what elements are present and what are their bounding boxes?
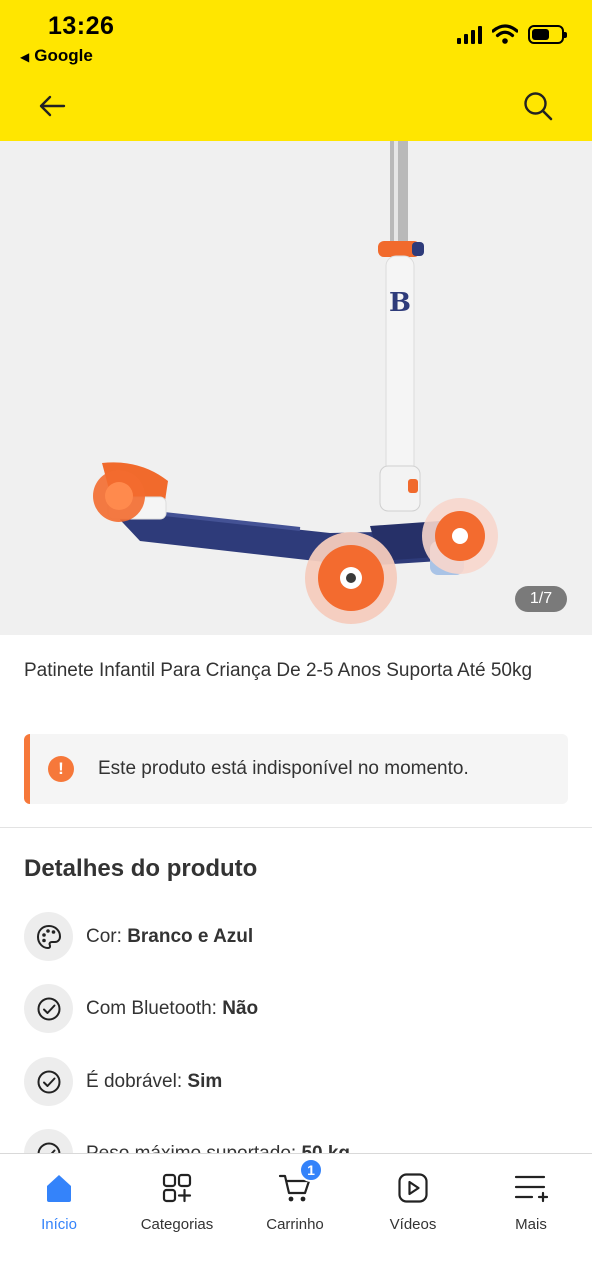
alert-text: Este produto está indisponível no moment… (98, 758, 469, 779)
search-icon (524, 92, 553, 121)
cart-badge: 1 (299, 1158, 323, 1182)
search-button[interactable] (520, 88, 556, 124)
detail-row-foldable: É dobrável: Sim (24, 1057, 222, 1106)
back-button[interactable] (34, 88, 70, 124)
nav-item-mais[interactable]: Mais (472, 1168, 590, 1233)
detail-label: É dobrável: (86, 1070, 183, 1092)
categories-icon (157, 1168, 197, 1208)
cellular-signal-icon (457, 24, 482, 44)
product-image: B (93, 141, 498, 624)
detail-row-bluetooth: Com Bluetooth: Não (24, 984, 258, 1033)
menu-more-icon (511, 1168, 551, 1208)
details-heading: Detalhes do produto (24, 855, 258, 882)
back-to-app-link[interactable]: ◀ Google (20, 46, 93, 66)
warning-icon: ! (48, 756, 74, 782)
image-counter: 1/7 (515, 586, 567, 612)
product-title: Patinete Infantil Para Criança De 2-5 An… (24, 660, 533, 681)
check-circle-icon (24, 1057, 73, 1106)
nav-label: Categorias (140, 1216, 214, 1233)
battery-icon (528, 24, 567, 44)
nav-item-carrinho[interactable]: 1 Carrinho (236, 1158, 354, 1233)
arrow-left-icon (39, 95, 66, 117)
video-play-icon (393, 1168, 433, 1208)
palette-icon (24, 912, 73, 961)
detail-label: Cor: (86, 925, 122, 947)
nav-label: Carrinho (266, 1216, 324, 1233)
section-divider (0, 827, 592, 828)
detail-row-color: Cor: Branco e Azul (24, 912, 253, 961)
home-icon (39, 1168, 79, 1208)
detail-value: Sim (187, 1070, 223, 1092)
status-icons (457, 24, 567, 44)
nav-label: Vídeos (389, 1216, 437, 1233)
status-time: 13:26 (48, 12, 115, 40)
nav-item-videos[interactable]: Vídeos (354, 1168, 472, 1233)
nav-item-inicio[interactable]: Início (0, 1168, 118, 1233)
cart-icon: 1 (275, 1158, 323, 1208)
bottom-navigation: Início Categorias 1 Carrinho Vídeos Mais (0, 1153, 592, 1280)
nav-item-categorias[interactable]: Categorias (118, 1168, 236, 1233)
detail-text: É dobrável: Sim (86, 1071, 222, 1093)
unavailable-alert: ! Este produto está indisponível no mome… (24, 734, 568, 804)
wifi-icon (492, 24, 518, 44)
detail-text: Com Bluetooth: Não (86, 998, 258, 1020)
detail-text: Cor: Branco e Azul (86, 926, 253, 948)
nav-label: Início (41, 1216, 77, 1233)
app-header: 13:26 ◀ Google (0, 0, 592, 141)
check-circle-icon (24, 984, 73, 1033)
back-app-label: Google (34, 46, 93, 65)
svg-text:B: B (389, 288, 411, 318)
product-image-gallery[interactable]: B 1/7 (0, 141, 592, 635)
detail-label: Com Bluetooth: (86, 997, 217, 1019)
detail-value: Branco e Azul (127, 925, 254, 947)
back-triangle-icon: ◀ (20, 50, 30, 64)
detail-value: Não (222, 997, 259, 1019)
nav-label: Mais (515, 1216, 547, 1233)
